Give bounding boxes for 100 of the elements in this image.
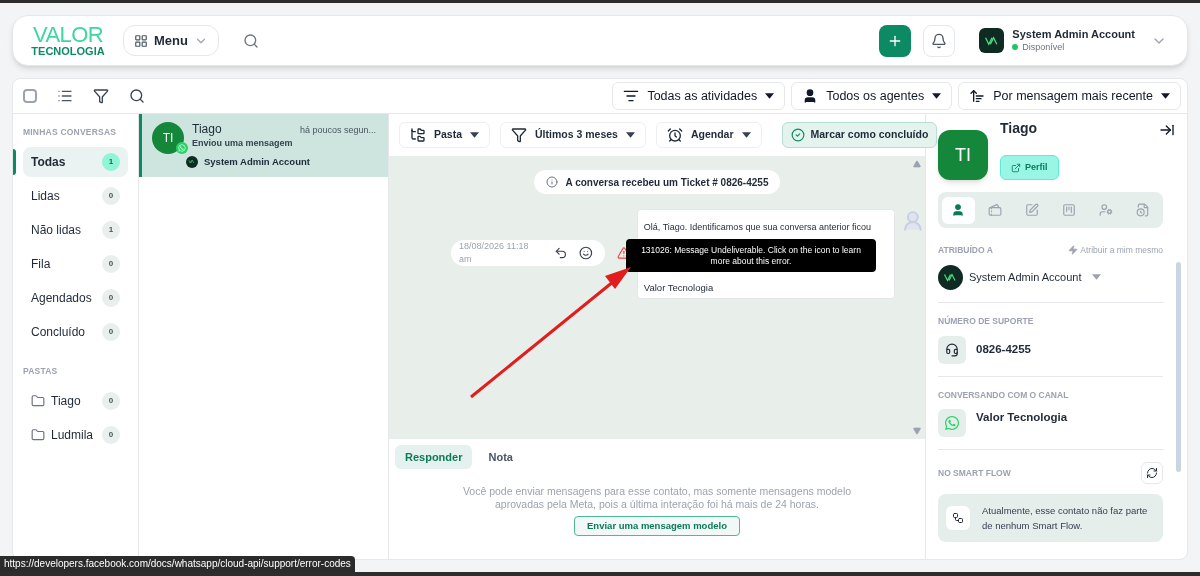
folder-icon bbox=[31, 427, 45, 442]
assigned-agent[interactable]: System Admin Account bbox=[969, 269, 1082, 286]
alarm-clock-icon bbox=[666, 127, 683, 143]
info-icon bbox=[545, 176, 558, 188]
sidebar-item[interactable]: Não lidas 1 bbox=[23, 214, 128, 245]
toolbar-dropdown[interactable]: Pasta bbox=[399, 122, 491, 148]
caret-icon bbox=[1091, 274, 1101, 281]
caret-icon bbox=[765, 93, 775, 99]
conversation-item[interactable]: TI Tiago há poucos segun... Enviou uma mensagem System Admin Account bbox=[139, 114, 388, 177]
sidebar-item[interactable]: Lidas 0 bbox=[23, 180, 128, 211]
mark-done-button[interactable]: Marcar como concluído bbox=[781, 122, 938, 148]
caret-icon bbox=[625, 132, 635, 138]
section-title: CONVERSANDO COM O CANAL bbox=[938, 388, 1070, 402]
search-icon[interactable] bbox=[242, 32, 259, 49]
filter-dropdown[interactable]: Por mensagem mais recente bbox=[958, 82, 1181, 110]
compose-tab[interactable]: Nota bbox=[478, 445, 523, 469]
message-preview: Enviou uma mensagem bbox=[192, 137, 294, 149]
sidebar-item[interactable]: Agendados 0 bbox=[23, 282, 128, 313]
contact-name: Tiago bbox=[1000, 119, 1039, 138]
lightning-icon bbox=[1068, 245, 1079, 256]
refresh-icon bbox=[1146, 467, 1158, 480]
section-title: NO SMART FLOW bbox=[938, 466, 1012, 480]
template-button[interactable]: Enviar uma mensagem modelo bbox=[574, 516, 740, 536]
emoji-icon[interactable] bbox=[579, 246, 594, 260]
logo[interactable]: VALOR TECNOLOGIA bbox=[33, 24, 103, 57]
error-tooltip: 131026: Message Undeliverable. Click on the icon to learn more about this error. bbox=[626, 239, 876, 272]
funnel-icon bbox=[511, 127, 528, 143]
status-url: https://developers.facebook.com/docs/whatsapp/cloud-api/support/error-codes bbox=[0, 556, 355, 572]
count-badge: 0 bbox=[102, 391, 120, 410]
caret-icon bbox=[1161, 93, 1170, 99]
board-icon bbox=[1061, 203, 1076, 217]
template-notice: Você pode enviar mensagens para esse contato, mas somente mensagens modelo aprovadas pela Meta, pois a última interação foi há mais de 24 horas. bbox=[461, 485, 853, 510]
filter-icon[interactable] bbox=[93, 88, 109, 104]
count-badge: 0 bbox=[102, 288, 120, 307]
document-clock-icon bbox=[1135, 203, 1150, 217]
whatsapp-icon bbox=[938, 409, 966, 438]
user-gear-icon bbox=[1098, 203, 1113, 217]
message-time: 18/08/2026 11:18 am bbox=[459, 239, 530, 266]
headset-icon bbox=[938, 335, 966, 364]
toolbar-dropdown[interactable]: Agendar bbox=[655, 122, 762, 148]
whatsapp-icon bbox=[176, 142, 188, 154]
sidebar-item[interactable]: Todas 1 bbox=[23, 146, 128, 177]
count-badge: 0 bbox=[102, 425, 120, 444]
tickets-icon bbox=[988, 203, 1003, 217]
scrollbar[interactable] bbox=[1176, 262, 1181, 472]
user-avatar[interactable] bbox=[979, 28, 1005, 53]
external-link-icon bbox=[1011, 162, 1021, 173]
count-badge: 1 bbox=[102, 152, 120, 171]
section-title: MINHAS CONVERSAS bbox=[22, 126, 118, 139]
agent-name: System Admin Account bbox=[204, 154, 310, 169]
refresh-button[interactable] bbox=[1141, 462, 1163, 485]
workflow-icon bbox=[946, 506, 970, 531]
reply-icon[interactable] bbox=[553, 246, 568, 260]
list-icon[interactable] bbox=[57, 88, 73, 104]
sidebar-item[interactable]: Ludmila 0 bbox=[23, 419, 128, 450]
notifications-button[interactable] bbox=[923, 24, 956, 57]
select-all-checkbox[interactable] bbox=[23, 89, 37, 103]
section-title: ATRIBUÍDO A bbox=[938, 244, 994, 257]
sidebar-item[interactable]: Concluído 0 bbox=[23, 316, 128, 347]
filter-dropdown[interactable]: Todos os agentes bbox=[791, 82, 953, 110]
contact-name: Tiago bbox=[192, 122, 223, 137]
compose-tab[interactable]: Responder bbox=[395, 445, 473, 469]
contact-avatar: TI bbox=[152, 122, 184, 154]
search-icon[interactable] bbox=[129, 88, 145, 104]
filter-dropdown[interactable]: Todas as atividades bbox=[612, 82, 786, 110]
count-badge: 0 bbox=[102, 186, 120, 205]
folder-icon bbox=[31, 393, 45, 408]
support-number: 0826-4255 bbox=[976, 341, 1031, 357]
add-button[interactable] bbox=[879, 24, 912, 57]
collapse-icon[interactable] bbox=[1159, 122, 1175, 138]
count-badge: 0 bbox=[102, 322, 120, 341]
caret-icon bbox=[741, 132, 751, 138]
sort-icon bbox=[969, 88, 986, 104]
ticket-notice: A conversa recebeu um Ticket # 0826-4255 bbox=[533, 170, 781, 194]
sidebar-item[interactable]: Fila 0 bbox=[23, 248, 128, 279]
toolbar-dropdown[interactable]: Últimos 3 meses bbox=[500, 122, 646, 148]
agent-avatar bbox=[186, 155, 198, 168]
user-status: Disponível bbox=[1022, 41, 1065, 53]
message-text: Olá, Tiago. Identificamos que sua conversa anterior ficou bbox=[643, 222, 872, 234]
check-circle-icon bbox=[790, 128, 805, 142]
pen-icon bbox=[1025, 203, 1040, 217]
contact-avatar: TI bbox=[938, 130, 988, 180]
menu-button[interactable]: Menu bbox=[123, 25, 219, 56]
sidebar-item[interactable]: Tiago 0 bbox=[23, 385, 128, 416]
count-badge: 1 bbox=[102, 220, 120, 239]
grid-icon bbox=[134, 33, 148, 48]
timestamp: há poucos segun... bbox=[299, 124, 376, 137]
count-badge: 0 bbox=[102, 254, 120, 273]
smart-flow-text: Atualmente, esse contato não faz parte de nenhum Smart Flow. bbox=[982, 504, 1149, 534]
agent-avatar bbox=[938, 264, 963, 290]
bell-icon bbox=[931, 32, 948, 49]
section-title: NÚMERO DE SUPORTE bbox=[938, 314, 1035, 328]
folder-tree-icon bbox=[410, 127, 426, 143]
filter-icon bbox=[623, 88, 640, 104]
user-name: System Admin Account bbox=[1012, 28, 1135, 42]
message-signature: Valor Tecnologia bbox=[643, 280, 715, 295]
info-tab[interactable] bbox=[942, 196, 975, 224]
profile-button[interactable]: Perfil bbox=[1000, 155, 1059, 180]
channel-name: Valor Tecnologia bbox=[976, 410, 1068, 426]
caret-icon bbox=[932, 93, 942, 99]
